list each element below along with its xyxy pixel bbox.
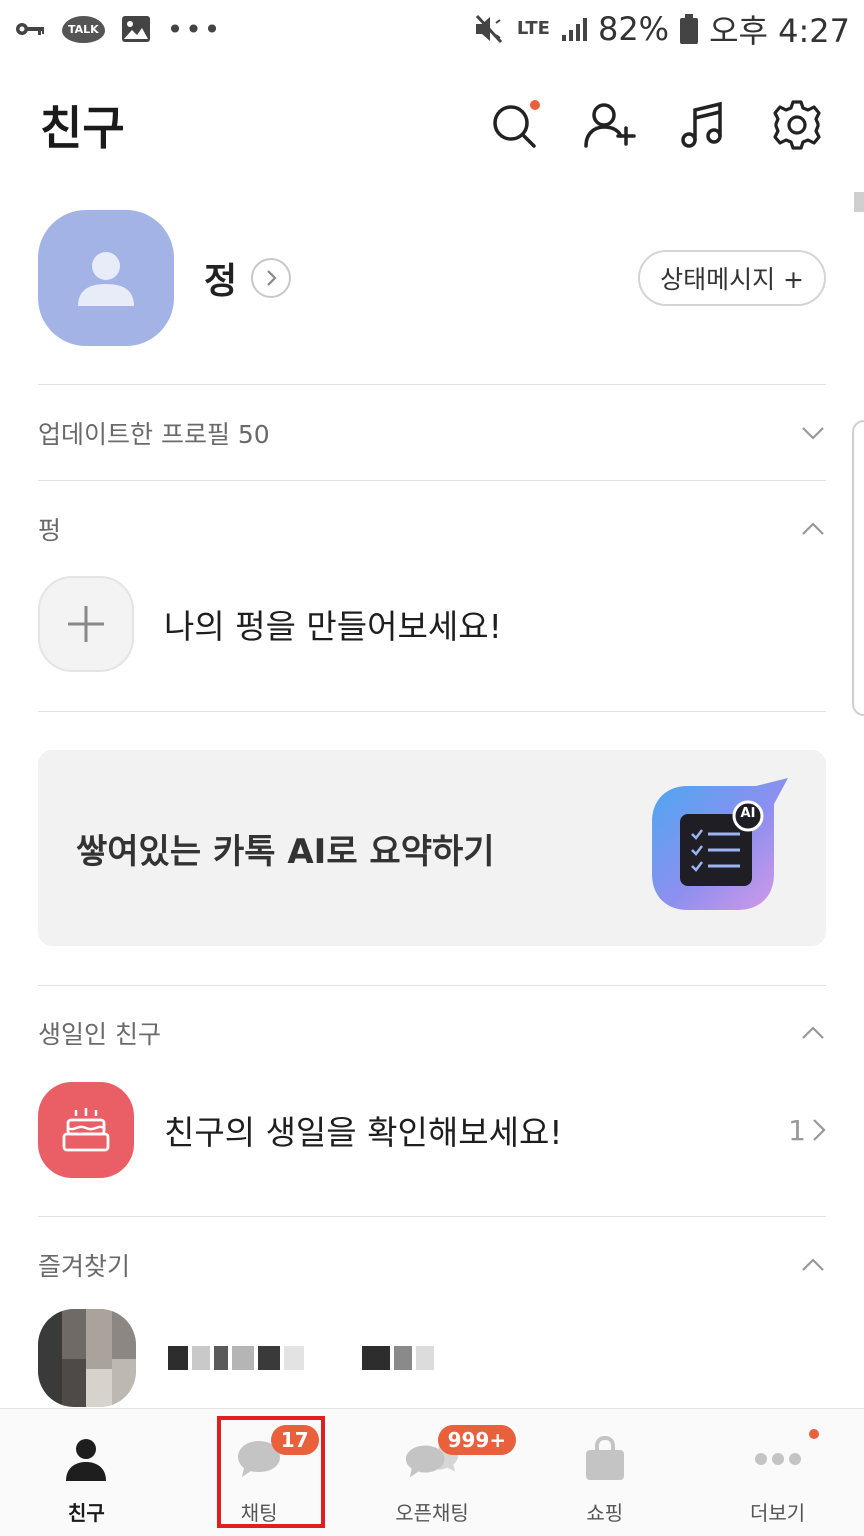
chevron-up-icon	[800, 1020, 826, 1046]
battery-percent: 82%	[597, 10, 670, 48]
music-button[interactable]	[676, 98, 730, 152]
tab-friends[interactable]: 친구	[0, 1409, 173, 1536]
my-profile-row[interactable]: 정 상태메시지 +	[38, 210, 826, 346]
signal-icon	[561, 18, 587, 41]
divider	[38, 711, 826, 712]
favorites-label: 즐겨찾기	[38, 1252, 131, 1281]
mute-icon	[475, 14, 502, 44]
chevron-up-icon	[800, 516, 826, 542]
chats-unread-badge: 17	[270, 1425, 319, 1455]
more-notification-dot	[809, 1429, 820, 1439]
ai-summary-text: 쌓여있는 카톡 AI로 요약하기	[76, 831, 495, 872]
ai-summary-icon: AI	[648, 778, 788, 918]
tab-open-chat-label: 오픈채팅	[395, 1501, 469, 1525]
divider	[38, 985, 826, 986]
chevron-right-icon	[813, 1119, 826, 1141]
network-type: LTE	[516, 18, 550, 39]
edge-panel-handle[interactable]	[852, 420, 864, 716]
cake-icon	[62, 1108, 110, 1152]
gear-icon	[773, 100, 821, 150]
divider	[38, 1216, 826, 1217]
profile-name: 정	[204, 261, 238, 302]
birthday-thumb	[38, 1082, 134, 1178]
divider	[38, 480, 826, 481]
birthday-row[interactable]: 친구의 생일을 확인해보세요! 1	[38, 1082, 826, 1178]
profile-detail-button[interactable]	[251, 258, 292, 298]
status-bar: TALK ••• LTE 82% 오후 4:27	[0, 0, 864, 58]
create-pung-row[interactable]: 나의 펑을 만들어보세요!	[38, 576, 826, 672]
birthday-label: 생일인 친구	[38, 1020, 161, 1049]
birthday-section-header[interactable]: 생일인 친구	[38, 1008, 826, 1058]
battery-icon	[680, 14, 699, 44]
open-chat-badge: 999+	[437, 1425, 517, 1455]
tab-more[interactable]: 더보기	[691, 1409, 864, 1536]
page-title: 친구	[40, 101, 125, 155]
birthday-count-value: 1	[788, 1113, 806, 1147]
updated-profiles-label: 업데이트한 프로필 50	[38, 420, 270, 449]
app-header: 친구	[0, 80, 864, 170]
chevron-up-icon	[800, 1252, 826, 1278]
clock: 오후 4:27	[709, 12, 850, 50]
ai-badge-text: AI	[740, 806, 756, 821]
music-icon	[681, 101, 722, 148]
status-message-label: 상태메시지 +	[660, 265, 804, 294]
settings-button[interactable]	[770, 98, 824, 152]
bottom-navigation: 친구 17 채팅 999+ 오픈채팅 쇼핑 더보기	[0, 1408, 864, 1536]
more-notifications-icon: •••	[166, 12, 223, 46]
tab-chats[interactable]: 17 채팅	[173, 1409, 346, 1536]
tab-shopping-label: 쇼핑	[586, 1501, 624, 1525]
key-icon	[16, 23, 44, 35]
more-dots-icon	[750, 1433, 806, 1485]
plus-icon	[68, 606, 104, 642]
tab-shopping[interactable]: 쇼핑	[518, 1409, 691, 1536]
add-friend-button[interactable]	[582, 98, 636, 152]
birthday-count[interactable]: 1	[788, 1114, 826, 1147]
favorite-friend-row[interactable]	[38, 1309, 826, 1407]
notification-dot	[530, 100, 540, 110]
pung-label: 펑	[38, 516, 62, 545]
status-message-button[interactable]: 상태메시지 +	[638, 250, 826, 306]
create-pung-text: 나의 펑을 만들어보세요!	[164, 607, 502, 646]
kakaotalk-icon: TALK	[62, 15, 105, 43]
gallery-icon	[121, 16, 150, 42]
friend-name-blurred	[168, 1346, 434, 1370]
friend-avatar-blurred	[38, 1309, 136, 1407]
tab-friends-label: 친구	[67, 1501, 105, 1525]
tab-chats-label: 채팅	[240, 1501, 278, 1525]
divider	[38, 384, 826, 385]
default-person-icon	[78, 252, 134, 306]
chevron-down-icon	[800, 420, 826, 446]
shopping-bag-icon	[577, 1433, 633, 1485]
avatar[interactable]	[38, 210, 174, 346]
updated-profiles-section[interactable]: 업데이트한 프로필 50	[38, 408, 826, 458]
ai-summary-banner[interactable]: 쌓여있는 카톡 AI로 요약하기 AI	[38, 750, 826, 946]
person-icon	[58, 1433, 114, 1485]
pung-section-header[interactable]: 펑	[38, 504, 826, 554]
create-pung-button[interactable]	[38, 576, 134, 672]
search-button[interactable]	[488, 98, 542, 152]
tab-open-chat[interactable]: 999+ 오픈채팅	[346, 1409, 519, 1536]
tab-more-label: 더보기	[749, 1501, 806, 1525]
favorites-section-header[interactable]: 즐겨찾기	[38, 1240, 826, 1290]
chevron-right-icon	[267, 270, 277, 286]
birthday-text: 친구의 생일을 확인해보세요!	[164, 1113, 563, 1152]
scrollbar-thumb[interactable]	[854, 192, 864, 212]
add-friend-icon	[584, 103, 636, 148]
